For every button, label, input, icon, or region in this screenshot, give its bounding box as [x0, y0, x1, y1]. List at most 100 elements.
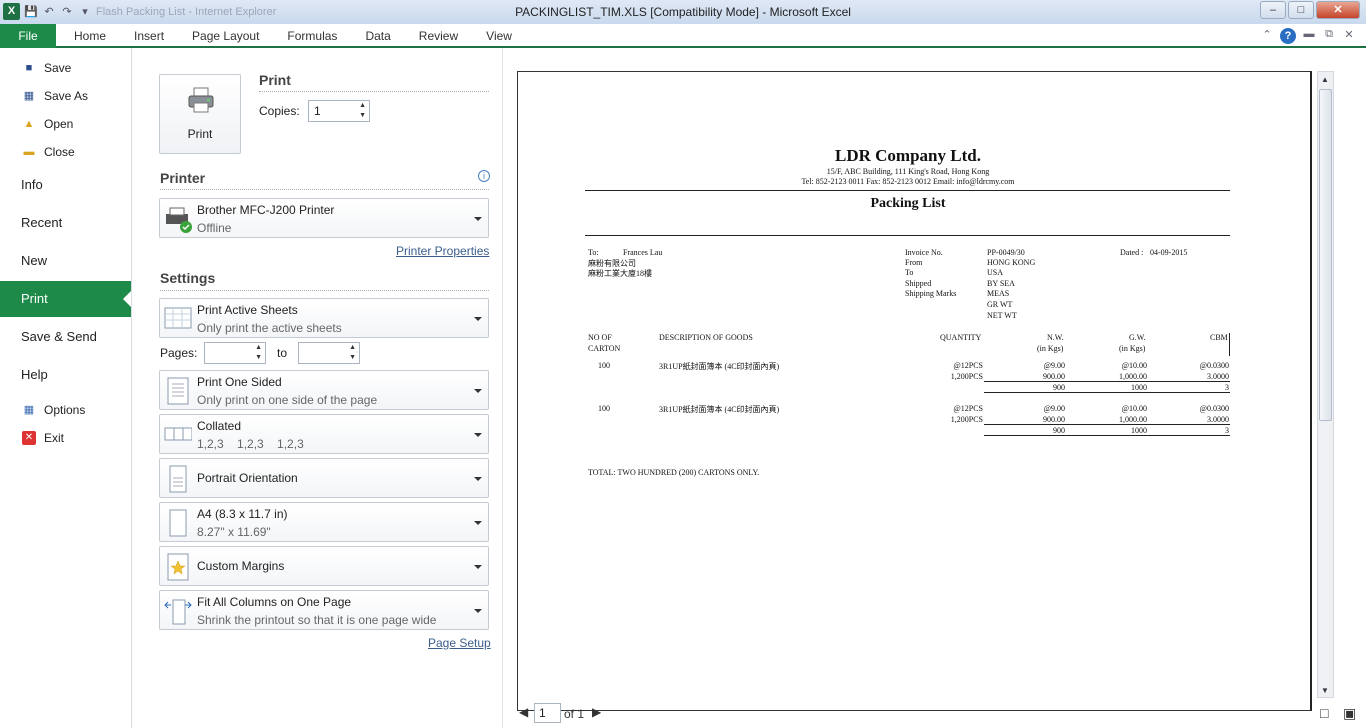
- sided-dropdown[interactable]: Print One Sided Only print on one side o…: [159, 370, 489, 410]
- tab-formulas[interactable]: Formulas: [273, 24, 351, 48]
- scaling-dropdown[interactable]: Fit All Columns on One Page Shrink the p…: [159, 590, 489, 630]
- tab-home[interactable]: Home: [60, 24, 120, 48]
- nav-save-as[interactable]: ▦ Save As: [0, 82, 131, 110]
- nav-recent[interactable]: Recent: [0, 205, 131, 241]
- marks-meas: MEAS: [987, 289, 1010, 298]
- copies-stepper[interactable]: 1 ▲ ▼: [308, 100, 370, 122]
- pages-to-stepper[interactable]: ▲ ▼: [298, 342, 360, 364]
- sided-title: Print One Sided: [197, 375, 282, 389]
- to-name: Frances Lau: [623, 248, 663, 257]
- copies-label: Copies:: [259, 104, 300, 118]
- dated-label: Dated :: [1120, 248, 1144, 257]
- paper-size-title: A4 (8.3 x 11.7 in): [197, 507, 288, 521]
- to-label: To:: [588, 248, 599, 257]
- nav-exit[interactable]: ✕ Exit: [0, 424, 131, 452]
- tab-insert[interactable]: Insert: [120, 24, 178, 48]
- current-page-input[interactable]: 1: [534, 703, 561, 723]
- scroll-down-icon[interactable]: ▼: [1321, 686, 1329, 695]
- print-what-dropdown[interactable]: Print Active Sheets Only print the activ…: [159, 298, 489, 338]
- tab-data[interactable]: Data: [351, 24, 404, 48]
- preview-scrollbar[interactable]: ▲ ▼: [1317, 71, 1334, 698]
- pages-from-down-icon[interactable]: ▼: [255, 354, 262, 361]
- nav-save-label: Save: [44, 61, 72, 75]
- total-cartons-text: TOTAL: TWO HUNDRED (200) CARTONS ONLY.: [588, 468, 760, 477]
- row2-cbm-sum: 3: [1225, 426, 1229, 435]
- settings-heading: Settings: [160, 270, 216, 286]
- chevron-down-icon: [474, 521, 482, 525]
- row1-cbm-sum: 3: [1225, 383, 1229, 392]
- info-icon[interactable]: i: [478, 170, 490, 182]
- printer-properties-link[interactable]: Printer Properties: [396, 244, 489, 258]
- dated-value: 04-09-2015: [1150, 248, 1188, 257]
- paper-size-dropdown[interactable]: A4 (8.3 x 11.7 in) 8.27" x 11.69": [159, 502, 489, 542]
- tab-view[interactable]: View: [472, 24, 526, 48]
- scroll-up-icon[interactable]: ▲: [1321, 75, 1329, 84]
- pages-to-down-icon[interactable]: ▼: [349, 354, 356, 361]
- row2-description: 3R1UP紙封面簿本 (4C印封面內頁): [659, 405, 780, 414]
- printer-divider: [160, 189, 489, 190]
- minimize-button[interactable]: –: [1260, 1, 1286, 19]
- one-sided-icon: [167, 377, 189, 405]
- row1-cartons: 100: [598, 361, 610, 370]
- nav-help[interactable]: Help: [0, 357, 131, 393]
- nav-close-label: Close: [44, 145, 75, 159]
- open-folder-icon: ▲: [23, 118, 35, 130]
- nav-close[interactable]: ▬ Close: [0, 138, 131, 166]
- pages-to-label: to: [277, 346, 288, 360]
- title-rule: [585, 235, 1230, 236]
- copies-down-icon[interactable]: ▼: [359, 112, 366, 119]
- workbook-minimize-icon[interactable]: ▬: [1302, 28, 1316, 44]
- nav-save[interactable]: ■ Save: [0, 54, 131, 82]
- row1-qty-total: 1,200PCS: [950, 372, 983, 381]
- nav-info[interactable]: Info: [0, 167, 131, 203]
- maximize-button[interactable]: □: [1288, 1, 1314, 19]
- tab-page-layout[interactable]: Page Layout: [178, 24, 273, 48]
- col-carton-header: CARTON: [588, 344, 621, 353]
- tab-review[interactable]: Review: [405, 24, 472, 48]
- print-heading: Print: [259, 72, 291, 88]
- company-name: LDR Company Ltd.: [835, 146, 981, 165]
- pages-to-up-icon[interactable]: ▲: [349, 344, 356, 351]
- nav-options[interactable]: ▦ Options: [0, 396, 131, 424]
- show-margins-icon[interactable]: □: [1320, 705, 1328, 721]
- nav-save-send[interactable]: Save & Send: [0, 319, 131, 355]
- print-preview: LDR Company Ltd. 15/F, ABC Building, 111…: [502, 48, 1366, 728]
- workbook-restore-icon[interactable]: ⧉: [1322, 28, 1336, 44]
- nav-open[interactable]: ▲ Open: [0, 110, 131, 138]
- nav-new[interactable]: New: [0, 243, 131, 279]
- row1-gw-sum: 1000: [1131, 383, 1147, 392]
- custom-margins-icon: [167, 553, 189, 581]
- tab-file[interactable]: File: [0, 24, 56, 48]
- destination-label: To: [905, 268, 914, 277]
- page-setup-link[interactable]: Page Setup: [428, 636, 491, 650]
- portrait-icon: [169, 465, 187, 493]
- margins-dropdown[interactable]: Custom Margins: [159, 546, 489, 586]
- scroll-thumb[interactable]: [1319, 89, 1332, 421]
- help-icon[interactable]: ?: [1280, 28, 1296, 44]
- col-gw-header: G.W.: [1129, 333, 1146, 342]
- pages-from-stepper[interactable]: ▲ ▼: [204, 342, 266, 364]
- previous-page-icon[interactable]: ◀: [519, 705, 528, 719]
- collapse-ribbon-icon[interactable]: ⌃: [1260, 28, 1274, 44]
- next-page-icon[interactable]: ▶: [592, 705, 601, 719]
- header-edge: [1229, 333, 1230, 356]
- row1-total-rule: [984, 392, 1230, 393]
- row2-cartons: 100: [598, 404, 610, 413]
- workbook-close-icon[interactable]: ✕: [1342, 28, 1356, 44]
- row1-gw-unit: @10.00: [1121, 361, 1147, 370]
- nav-print[interactable]: Print: [0, 281, 131, 317]
- orientation-dropdown[interactable]: Portrait Orientation: [159, 458, 489, 498]
- print-button[interactable]: Print: [159, 74, 241, 154]
- chevron-down-icon: [474, 217, 482, 221]
- pages-from-up-icon[interactable]: ▲: [255, 344, 262, 351]
- copies-up-icon[interactable]: ▲: [359, 102, 366, 109]
- close-window-button[interactable]: ✕: [1316, 1, 1360, 19]
- printer-dropdown[interactable]: Brother MFC-J200 Printer Offline: [159, 198, 489, 238]
- collation-dropdown[interactable]: Collated 1,2,3 1,2,3 1,2,3: [159, 414, 489, 454]
- row1-cbm-total: 3.0000: [1207, 372, 1229, 381]
- nav-save-as-label: Save As: [44, 89, 89, 103]
- col-desc-header: DESCRIPTION OF GOODS: [659, 333, 753, 342]
- settings-divider: [160, 290, 489, 291]
- zoom-to-page-icon[interactable]: ▣: [1343, 705, 1356, 722]
- copies-value: 1: [314, 104, 321, 118]
